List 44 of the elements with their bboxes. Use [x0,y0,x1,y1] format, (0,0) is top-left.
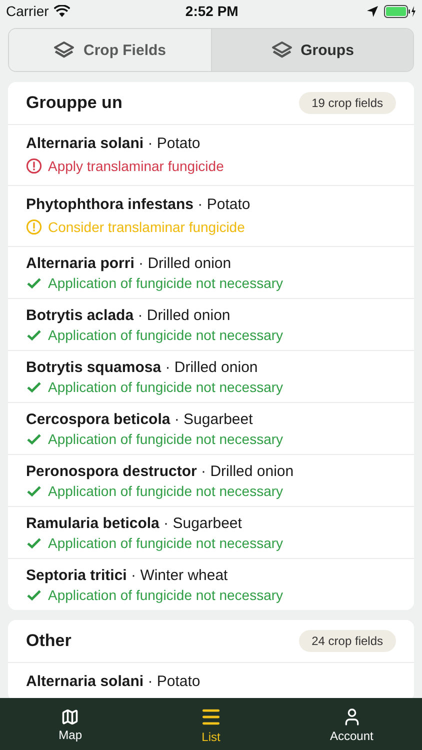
clock-time: 2:52 PM [185,3,238,19]
layers-icon [270,41,293,59]
wifi-icon [54,5,70,17]
count-badge: 19 crop fields [298,92,396,114]
advice-text: Application of fungicide not necessary [48,431,284,447]
group-title: Grouppe un [26,93,122,113]
group-title: Other [26,631,72,651]
map-icon [61,708,80,726]
disease-crop-label: Alternaria solani · Potato [26,673,202,690]
advice-text: Apply translaminar fungicide [48,158,224,174]
tab-bar-item[interactable]: Account [281,698,422,750]
disease-crop-label: Botrytis squamosa · Drilled onion [26,359,259,376]
check-icon [26,589,42,601]
disease-crop-label: Botrytis aclada · Drilled onion [26,307,232,324]
battery-icon [384,4,416,18]
disease-crop-label: Peronospora destructor · Drilled onion [26,463,295,480]
layers-icon [53,41,76,59]
advice-text: Application of fungicide not necessary [48,483,284,499]
check-icon [26,381,42,393]
advice-text: Application of fungicide not necessary [48,379,284,395]
advice-text: Application of fungicide not necessary [48,535,284,551]
disease-crop-label: Phytophthora infestans · Potato [26,196,252,213]
advice-text: Application of fungicide not necessary [48,587,284,603]
check-icon [26,433,42,445]
advice-text: Application of fungicide not necessary [48,275,284,291]
disease-crop-label: Ramularia beticola · Sugarbeet [26,515,243,532]
advice-text: Application of fungicide not necessary [48,327,284,343]
disease-crop-label: Alternaria porri · Drilled onion [26,255,232,272]
check-icon [26,277,42,289]
segment-tab[interactable]: Groups [210,29,413,71]
disease-crop-label: Alternaria solani · Potato [26,135,202,152]
exclamation-icon [26,219,42,235]
disease-crop-label: Cercospora beticola · Sugarbeet [26,411,254,428]
location-arrow-icon [366,6,378,16]
check-icon [26,329,42,341]
disease-crop-label: Septoria tritici · Winter wheat [26,567,229,584]
tab-bar-item[interactable]: List [140,698,282,750]
advice-text: Consider translaminar fungicide [48,219,245,235]
check-icon [26,485,42,497]
exclamation-icon [26,158,42,174]
check-icon [26,537,42,549]
carrier-name: Carrier [6,3,49,19]
count-badge: 24 crop fields [298,630,396,652]
tab-bar-item[interactable]: Map [0,698,141,750]
